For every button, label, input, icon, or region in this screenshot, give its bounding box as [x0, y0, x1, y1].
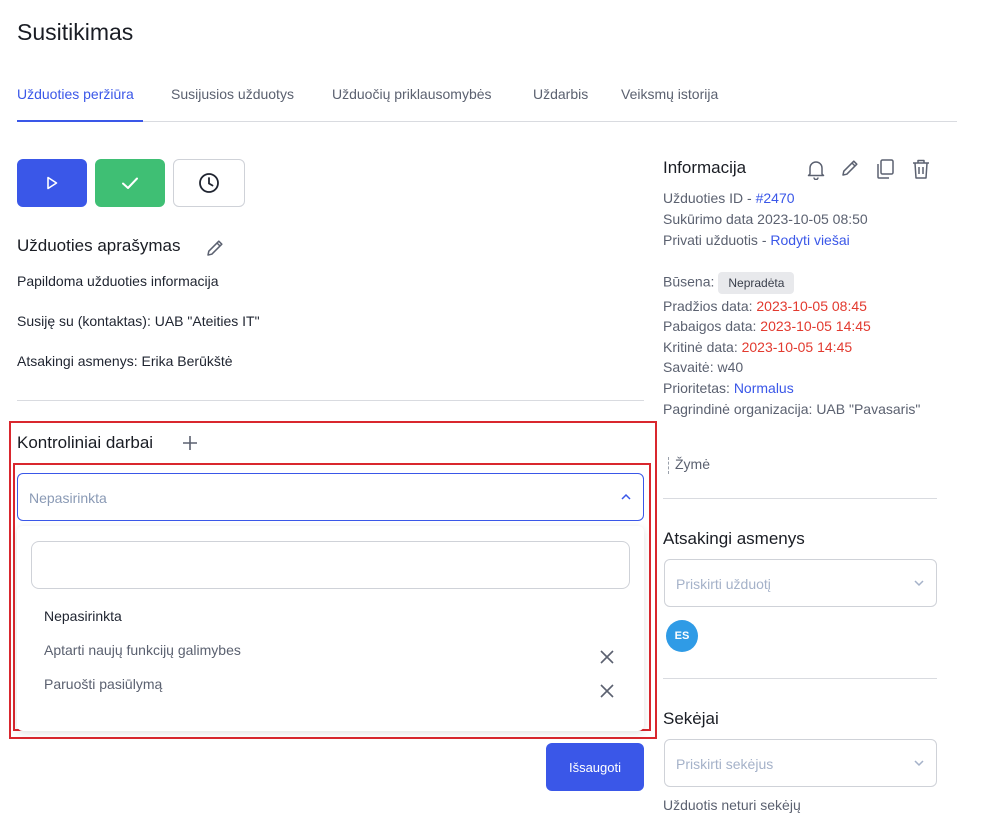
created-date: Sukūrimo data 2023-10-05 08:50	[663, 211, 868, 227]
tab-action-history[interactable]: Veiksmų istorija	[621, 86, 718, 102]
checklist-dropdown: Nepasirinkta Aptarti naujų funkcijų gali…	[17, 526, 644, 731]
option-none[interactable]: Nepasirinkta	[44, 608, 122, 624]
option-item[interactable]: Paruošti pasiūlymą	[44, 676, 162, 692]
task-id-row: Užduoties ID - #2470	[663, 190, 795, 206]
assign-task-select[interactable]: Priskirti užduotį	[664, 559, 937, 607]
chevron-down-icon	[914, 580, 924, 587]
bell-icon[interactable]	[806, 158, 826, 180]
status-badge: Nepradėta	[718, 272, 795, 294]
checklist-title: Kontroliniai darbai	[17, 433, 154, 452]
active-tab-indicator	[17, 120, 143, 122]
make-public-link[interactable]: Rodyti viešai	[770, 232, 849, 248]
tag-add[interactable]: Žymė	[668, 456, 710, 474]
avatar[interactable]: ES	[666, 620, 698, 652]
play-icon	[47, 176, 58, 190]
pencil-icon[interactable]	[840, 158, 860, 178]
page-title: Susitikimas	[17, 19, 134, 45]
trash-icon[interactable]	[911, 158, 931, 180]
save-button[interactable]: Išsaugoti	[546, 743, 644, 791]
related-contact: Susiję su (kontaktas): UAB "Ateities IT"	[17, 313, 260, 329]
pencil-icon[interactable]	[205, 238, 225, 258]
priority-link[interactable]: Normalus	[734, 380, 794, 396]
check-icon	[122, 177, 138, 189]
time-log-button[interactable]	[173, 159, 245, 207]
option-item[interactable]: Aptarti naujų funkcijų galimybes	[44, 642, 241, 658]
start-date-row: Pradžios data: 2023-10-05 08:45	[663, 298, 867, 314]
task-id-link[interactable]: #2470	[756, 190, 795, 206]
divider	[663, 678, 937, 679]
organization-row: Pagrindinė organizacija: UAB "Pavasaris"	[663, 401, 921, 417]
responsible-title: Atsakingi asmenys	[663, 529, 805, 548]
no-followers-text: Užduotis neturi sekėjų	[663, 797, 801, 813]
checklist-select[interactable]: Nepasirinkta	[17, 473, 644, 521]
start-button[interactable]	[17, 159, 87, 207]
week-row: Savaitė: w40	[663, 359, 744, 375]
assign-followers-select[interactable]: Priskirti sekėjus	[664, 739, 937, 787]
clock-icon	[199, 173, 219, 193]
chevron-down-icon	[914, 760, 924, 767]
close-icon[interactable]	[599, 649, 615, 665]
critical-date-row: Kritinė data: 2023-10-05 14:45	[663, 339, 853, 355]
priority-row: Prioritetas: Normalus	[663, 380, 794, 396]
info-title: Informacija	[663, 158, 747, 177]
divider	[17, 400, 644, 401]
description-text: Papildoma užduoties informacija	[17, 273, 219, 289]
select-placeholder: Nepasirinkta	[29, 490, 107, 506]
tab-task-dependencies[interactable]: Užduočių priklausomybės	[332, 86, 492, 102]
copy-icon[interactable]	[875, 158, 895, 180]
complete-button[interactable]	[95, 159, 165, 207]
end-date-row: Pabaigos data: 2023-10-05 14:45	[663, 318, 871, 334]
chevron-up-icon	[621, 493, 631, 500]
tab-related-tasks[interactable]: Susijusios užduotys	[171, 86, 294, 102]
dropdown-search-input[interactable]	[31, 541, 630, 589]
tab-bar: Užduoties peržiūra Susijusios užduotys U…	[17, 86, 957, 122]
tab-earnings[interactable]: Uždarbis	[533, 86, 588, 102]
status-row: Būsena: Nepradėta	[663, 272, 795, 294]
private-task-row: Privati užduotis - Rodyti viešai	[663, 232, 850, 248]
divider	[663, 498, 937, 499]
close-icon[interactable]	[599, 683, 615, 699]
plus-icon[interactable]	[181, 434, 199, 452]
description-title: Užduoties aprašymas	[17, 236, 181, 255]
tab-task-overview[interactable]: Užduoties peržiūra	[17, 86, 134, 102]
responsible-persons-text: Atsakingi asmenys: Erika Berūkštė	[17, 353, 233, 369]
followers-title: Sekėjai	[663, 709, 719, 728]
